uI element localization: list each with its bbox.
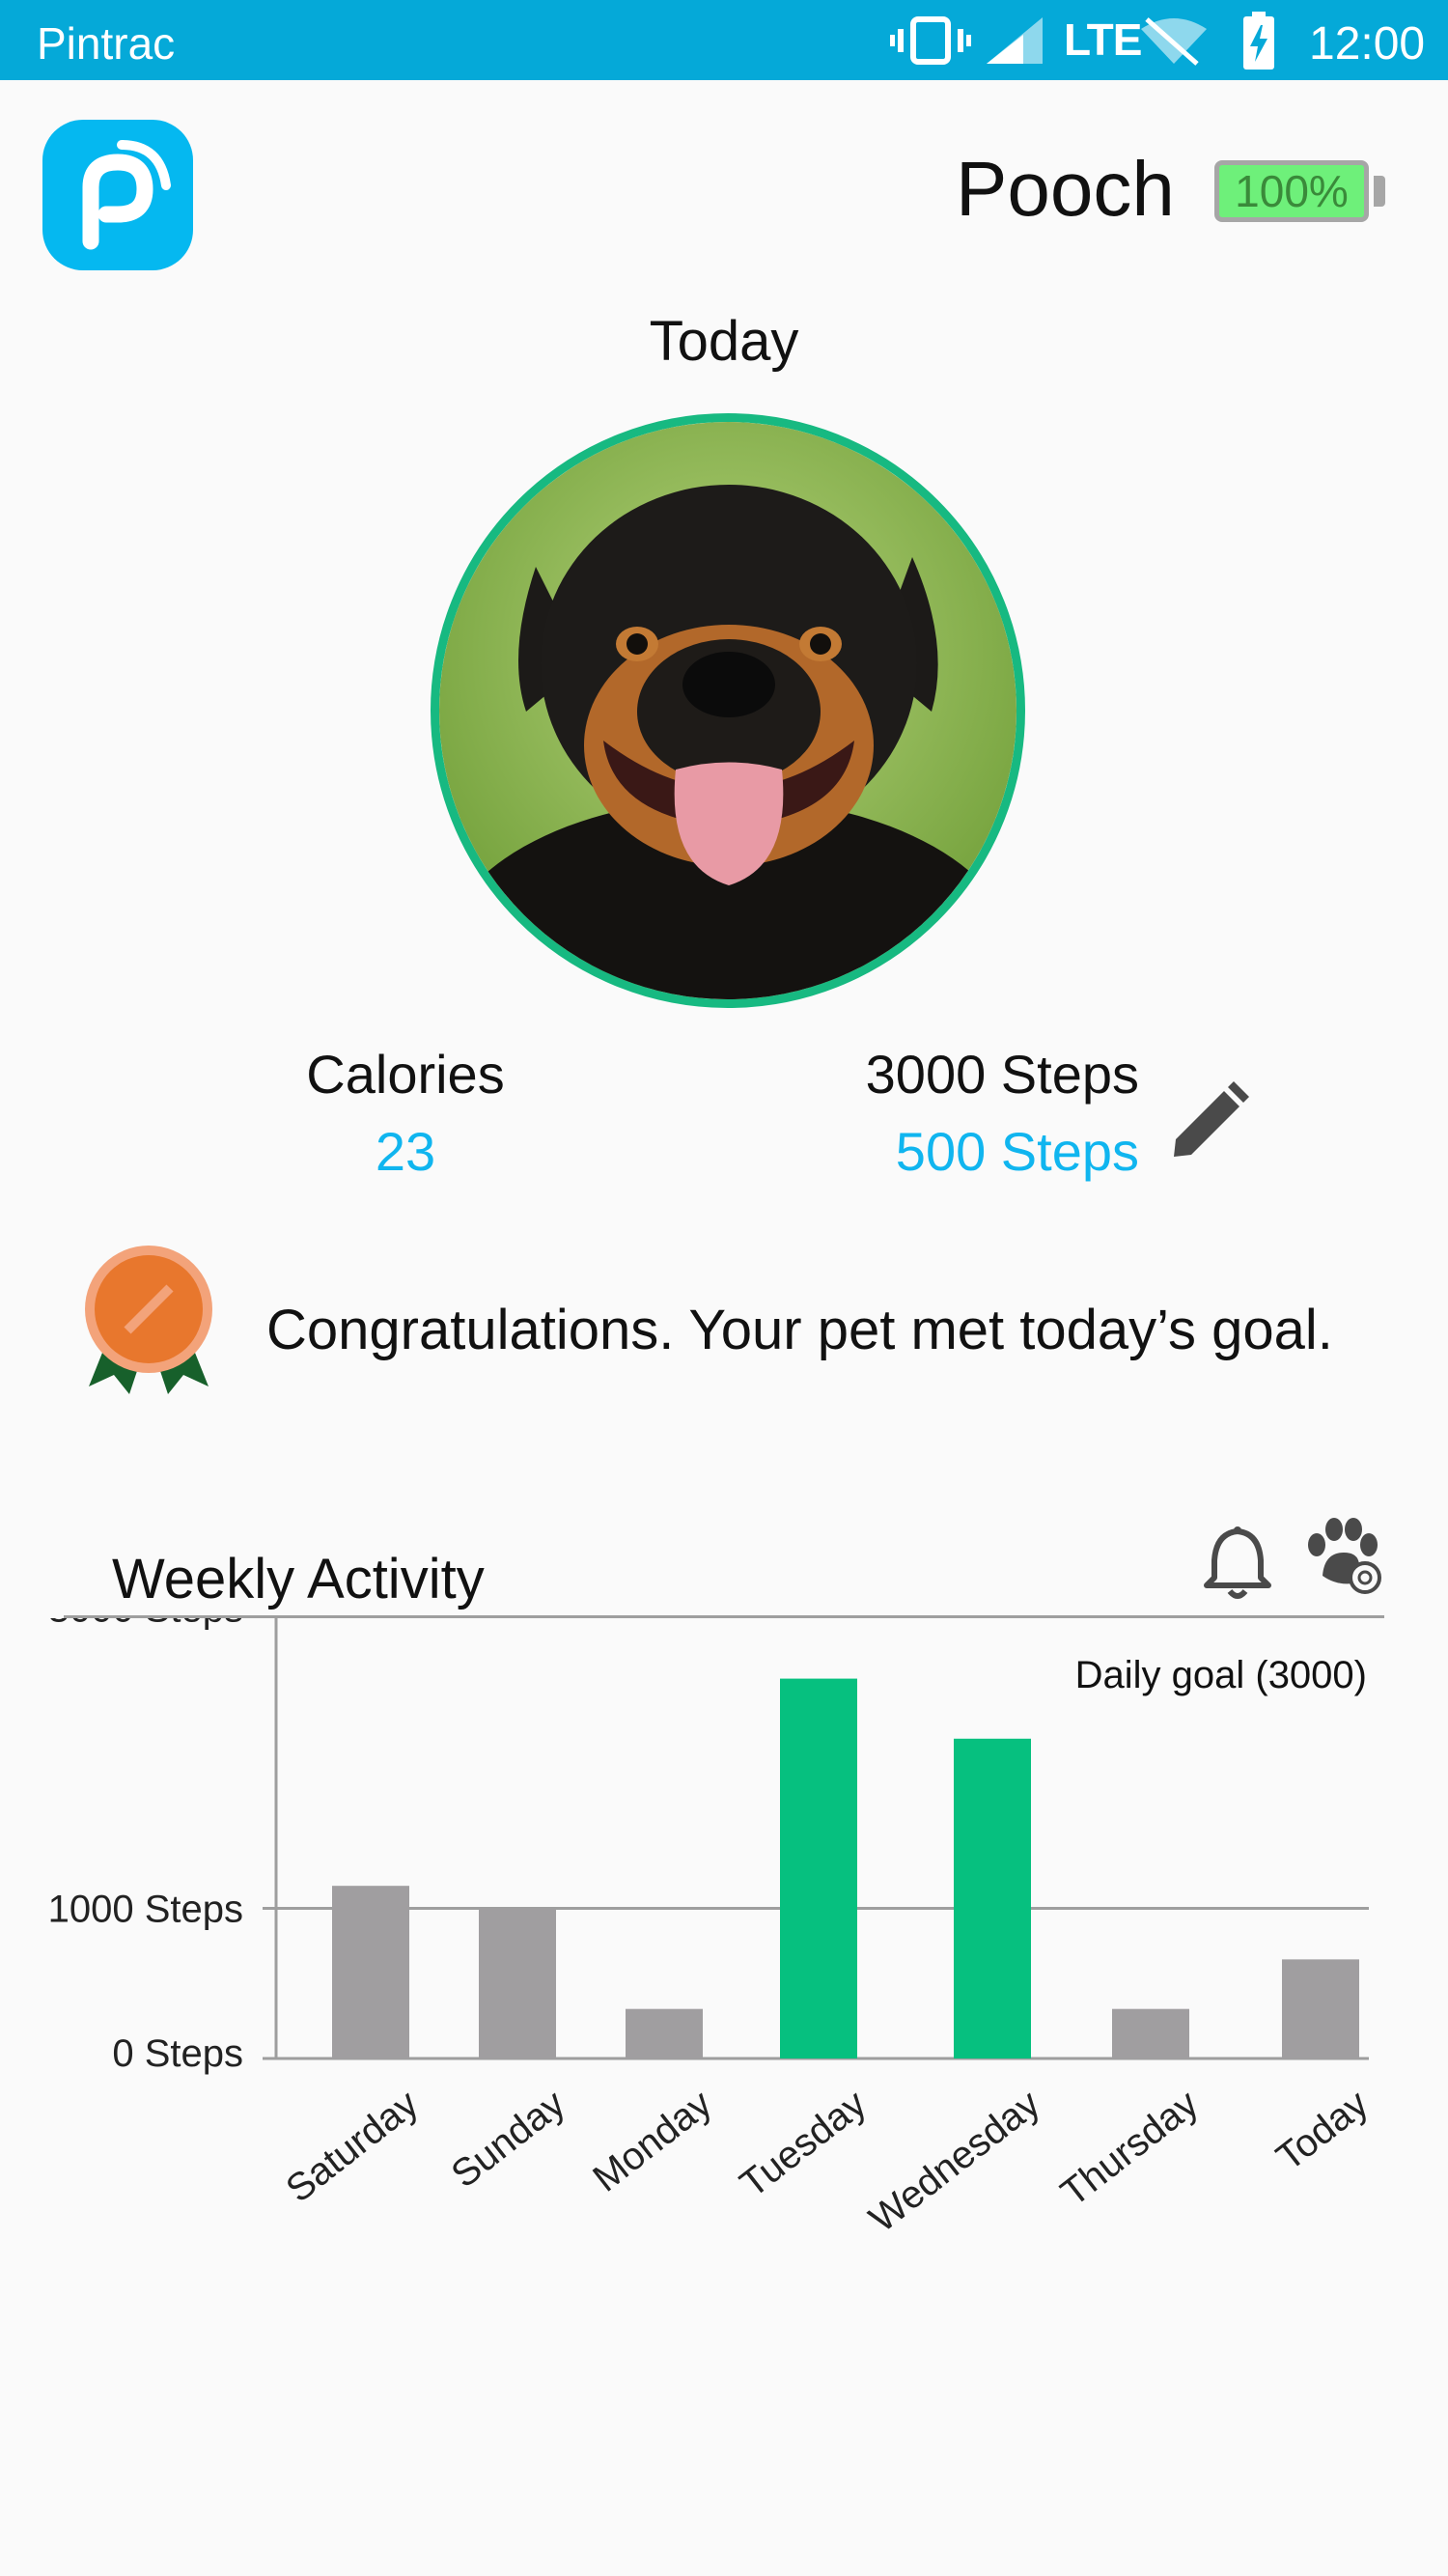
- x-tick-label: Tuesday: [733, 2082, 875, 2205]
- bell-icon[interactable]: [1203, 1526, 1272, 1601]
- x-tick-label: Today: [1268, 2082, 1376, 2178]
- status-time: 12:00: [1309, 18, 1426, 70]
- calories-label: Calories: [306, 1044, 505, 1105]
- network-type: LTE: [1064, 14, 1142, 65]
- medal-icon: [85, 1246, 212, 1394]
- bar-monday: [626, 2008, 703, 2058]
- steps-value: 500 Steps: [895, 1121, 1139, 1182]
- today-label: Today: [649, 310, 799, 373]
- status-bar: Pintrac LTE 12:00: [0, 0, 1448, 80]
- steps-goal-label: 3000 Steps: [865, 1044, 1139, 1105]
- congrats-message: Congratulations. Your pet met today’s go…: [266, 1299, 1333, 1361]
- bar-wednesday: [954, 1738, 1031, 2058]
- pintrac-logo-glyph: [82, 140, 171, 250]
- wifi-off-icon: [1141, 17, 1207, 66]
- status-app-name: Pintrac: [37, 18, 176, 69]
- bar-saturday: [332, 1886, 409, 2058]
- x-tick-label: Thursday: [1053, 2082, 1206, 2214]
- battery-tip: [1374, 176, 1385, 207]
- vibrate-icon: [890, 16, 971, 65]
- bar-sunday: [479, 1908, 556, 2058]
- x-tick-label: Saturday: [278, 2082, 426, 2210]
- x-tick-label: Wednesday: [862, 2082, 1048, 2240]
- edit-goal-icon[interactable]: [1164, 1079, 1251, 1166]
- weekly-activity-title: Weekly Activity: [112, 1548, 485, 1610]
- y-tick-label: 1000 Steps: [48, 1889, 243, 1931]
- bar-today: [1282, 1959, 1359, 2058]
- pet-name[interactable]: Pooch: [956, 145, 1175, 234]
- calories-value: 23: [375, 1121, 436, 1182]
- x-tick-label: Monday: [585, 2082, 719, 2199]
- battery-level: 100%: [1235, 166, 1349, 216]
- signal-icon: [987, 17, 1043, 64]
- paw-settings-icon[interactable]: [1303, 1516, 1388, 1601]
- bar-tuesday: [780, 1678, 857, 2058]
- daily-goal-label: Daily goal (3000): [1075, 1654, 1367, 1696]
- bar-thursday: [1112, 2008, 1189, 2058]
- weekly-activity-chart: 0 Steps 1000 Steps 3000 Steps SaturdaySunda…: [48, 1618, 1377, 2241]
- y-tick-label: 3000 Steps: [48, 1618, 243, 1631]
- y-tick-label: 0 Steps: [112, 2032, 243, 2075]
- pet-photo: [439, 422, 1016, 999]
- battery-charging-icon: [1243, 12, 1274, 70]
- x-tick-label: Sunday: [444, 2082, 573, 2196]
- device-battery: 100%: [1214, 160, 1369, 222]
- pintrac-logo-icon[interactable]: [42, 120, 193, 270]
- pet-avatar[interactable]: [431, 413, 1025, 1008]
